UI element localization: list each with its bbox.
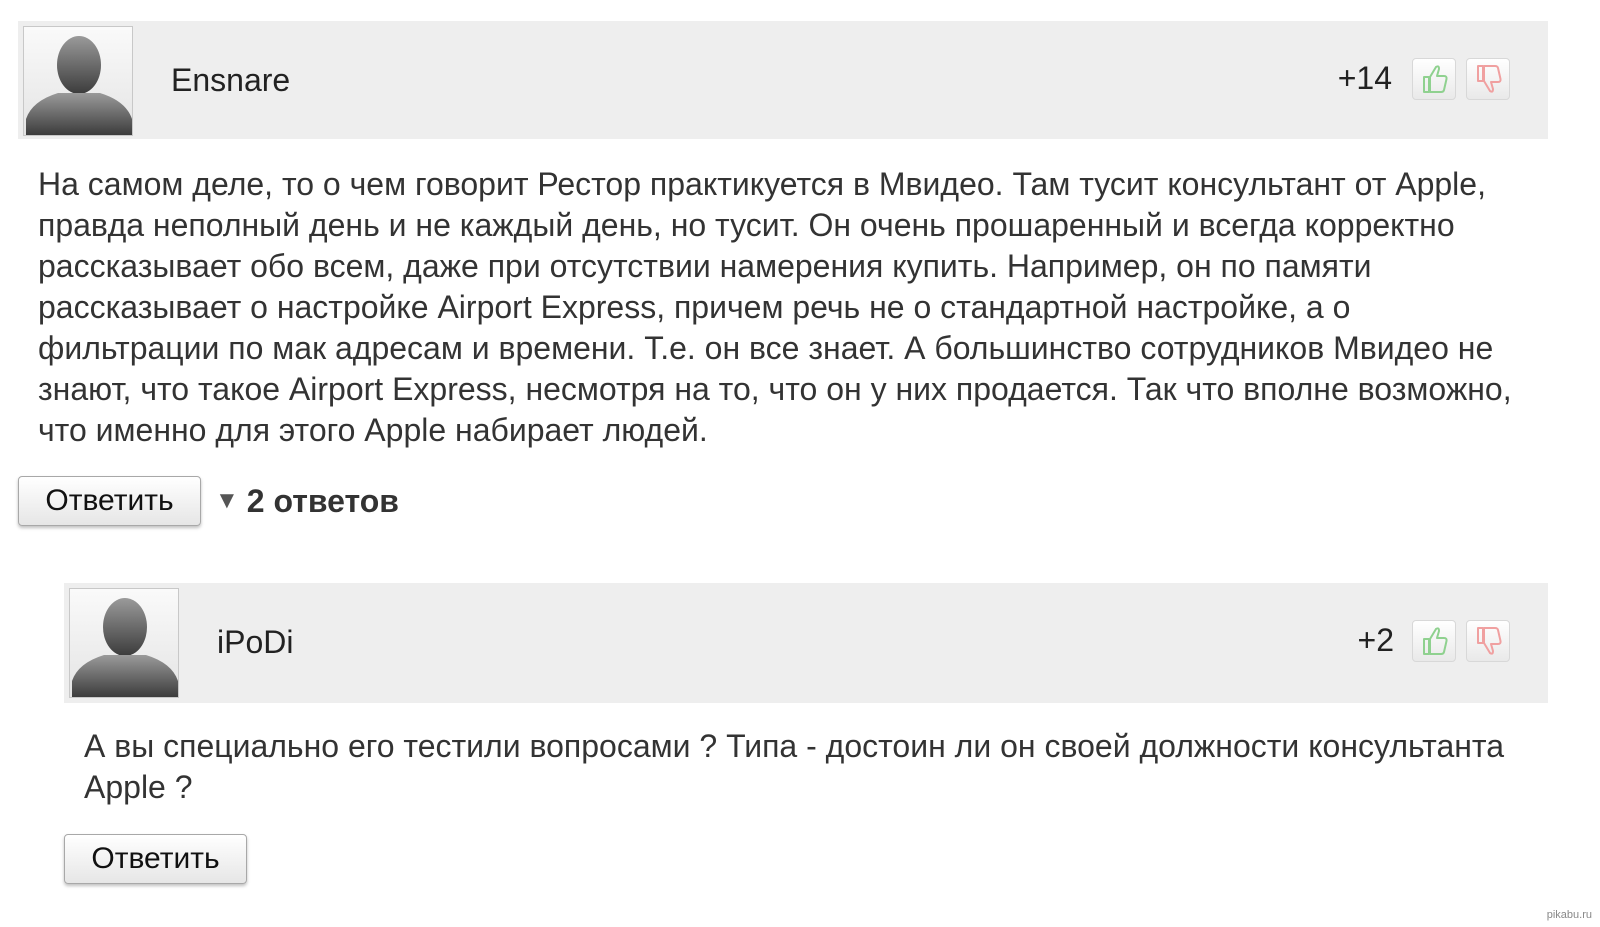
avatar[interactable] <box>69 588 179 698</box>
thumbs-up-icon <box>1423 65 1448 93</box>
comment-header: iPoDi +2 <box>64 583 1548 703</box>
comment: Ensnare +14 На самом деле, то о чем гово… <box>18 21 1548 526</box>
comment-text: На самом деле, то о чем говорит Рестор п… <box>38 166 1512 448</box>
thumbs-down-icon <box>1477 65 1502 93</box>
replies-toggle[interactable]: ▼ 2 ответов <box>215 482 399 520</box>
watermark: pikabu.ru <box>1546 909 1592 921</box>
thumbs-up-icon <box>1423 627 1448 655</box>
upvote-button[interactable] <box>1412 620 1456 662</box>
replies-count: 2 ответов <box>246 483 399 519</box>
default-avatar-icon <box>72 598 178 697</box>
reply-button[interactable]: Ответить <box>18 476 201 526</box>
reply-button[interactable]: Ответить <box>64 834 247 884</box>
comment-header: Ensnare +14 <box>18 21 1548 139</box>
thumbs-down-icon <box>1477 627 1502 655</box>
username[interactable]: Ensnare <box>171 61 290 99</box>
default-avatar-icon <box>26 36 132 135</box>
upvote-button[interactable] <box>1412 58 1456 100</box>
comment-text: А вы специально его тестили вопросами ? … <box>84 728 1505 805</box>
downvote-button[interactable] <box>1466 620 1510 662</box>
reply-comment: iPoDi +2 А вы специально его тестили воп… <box>64 583 1548 884</box>
avatar[interactable] <box>23 26 133 136</box>
downvote-button[interactable] <box>1466 58 1510 100</box>
triangle-down-icon: ▼ <box>215 487 239 514</box>
comment-score: +2 <box>1357 622 1394 658</box>
username[interactable]: iPoDi <box>217 623 293 661</box>
comment-score: +14 <box>1337 60 1392 96</box>
